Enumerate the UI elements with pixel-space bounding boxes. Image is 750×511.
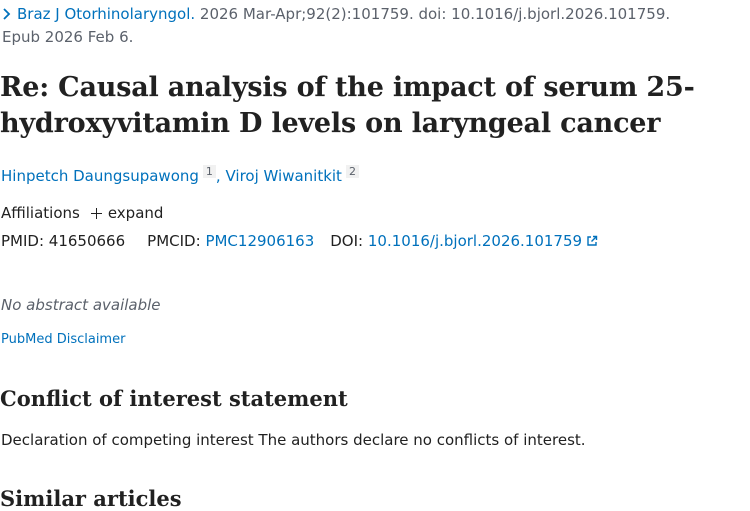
similar-articles-heading: Similar articles <box>0 486 182 511</box>
affiliation-ref[interactable]: 1 <box>202 165 216 178</box>
citation: Braz J Otorhinolaryngol. 2026 Mar-Apr;92… <box>2 3 742 49</box>
citation-details: 2026 Mar-Apr;92(2):101759. doi: 10.1016/… <box>195 5 671 23</box>
journal-link[interactable]: Braz J Otorhinolaryngol. <box>17 5 195 23</box>
expand-label: expand <box>107 204 164 222</box>
doi-label: DOI: <box>330 232 364 250</box>
plus-icon <box>90 207 102 219</box>
pmcid-label: PMCID: <box>147 232 201 250</box>
expand-affiliations-button[interactable]: expand <box>90 204 164 222</box>
author-link[interactable]: Viroj Wiwanitkit <box>225 167 341 185</box>
identifiers: PMID: 41650666 PMCID: PMC12906163 DOI: 1… <box>1 232 598 250</box>
author-link[interactable]: Hinpetch Daungsupawong <box>1 167 199 185</box>
chevron-right-icon[interactable] <box>2 8 11 20</box>
pubmed-disclaimer-link[interactable]: PubMed Disclaimer <box>1 332 125 347</box>
conflict-heading: Conflict of interest statement <box>0 386 348 411</box>
external-link-icon[interactable] <box>586 235 598 247</box>
pmid-value: 41650666 <box>48 232 126 250</box>
affiliations-row: Affiliations expand <box>1 204 163 222</box>
no-abstract-note: No abstract available <box>1 296 161 314</box>
author-list: Hinpetch Daungsupawong 1, Viroj Wiwanitki… <box>1 165 359 185</box>
epub-date: Epub 2026 Feb 6. <box>2 28 134 46</box>
author-separator: , <box>215 167 221 185</box>
doi-link[interactable]: 10.1016/j.bjorl.2026.101759 <box>368 232 582 250</box>
conflict-statement: Declaration of competing interest The au… <box>1 431 586 449</box>
pmcid-link[interactable]: PMC12906163 <box>205 232 314 250</box>
affiliation-ref[interactable]: 2 <box>345 165 359 178</box>
article-title: Re: Causal analysis of the impact of ser… <box>0 72 695 139</box>
affiliations-label: Affiliations <box>1 204 80 222</box>
pmid-label: PMID: <box>1 232 45 250</box>
